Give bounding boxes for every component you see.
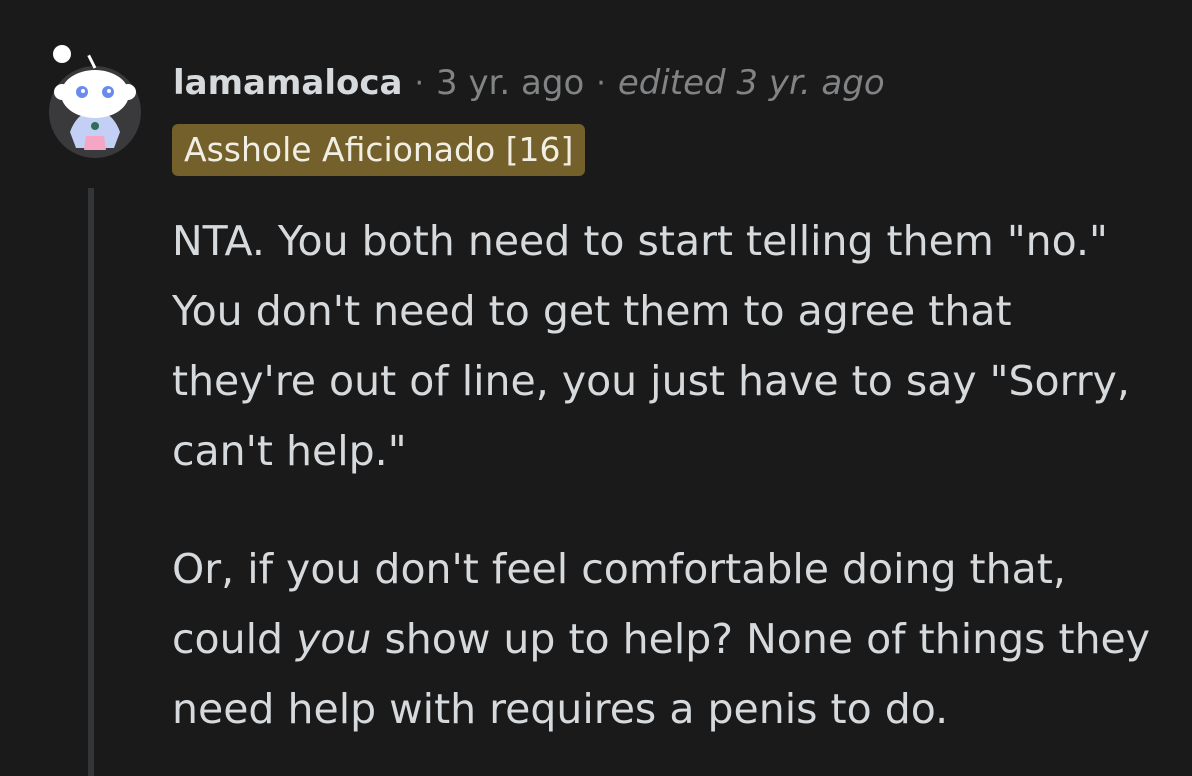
comment-body: NTA. You both need to start telling them… [172, 206, 1162, 744]
thread-collapse-line[interactable] [88, 188, 94, 776]
comment-paragraph: Or, if you don't feel comfortable doing … [172, 534, 1162, 744]
comment-meta: lamamaloca · 3 yr. ago · edited 3 yr. ag… [173, 58, 885, 108]
meta-separator: · [414, 65, 424, 101]
timestamp[interactable]: 3 yr. ago [436, 63, 584, 103]
edited-timestamp: edited 3 yr. ago [617, 63, 885, 103]
user-flair-badge: Asshole Aficionado [16] [172, 124, 586, 176]
emphasis-text: you [296, 615, 372, 663]
snoo-avatar-icon[interactable] [48, 40, 144, 160]
username-link[interactable]: lamamaloca [173, 63, 402, 103]
comment-container: lamamaloca · 3 yr. ago · edited 3 yr. ag… [0, 0, 1192, 776]
meta-separator: · [596, 65, 606, 101]
comment-paragraph: NTA. You both need to start telling them… [172, 217, 1130, 475]
